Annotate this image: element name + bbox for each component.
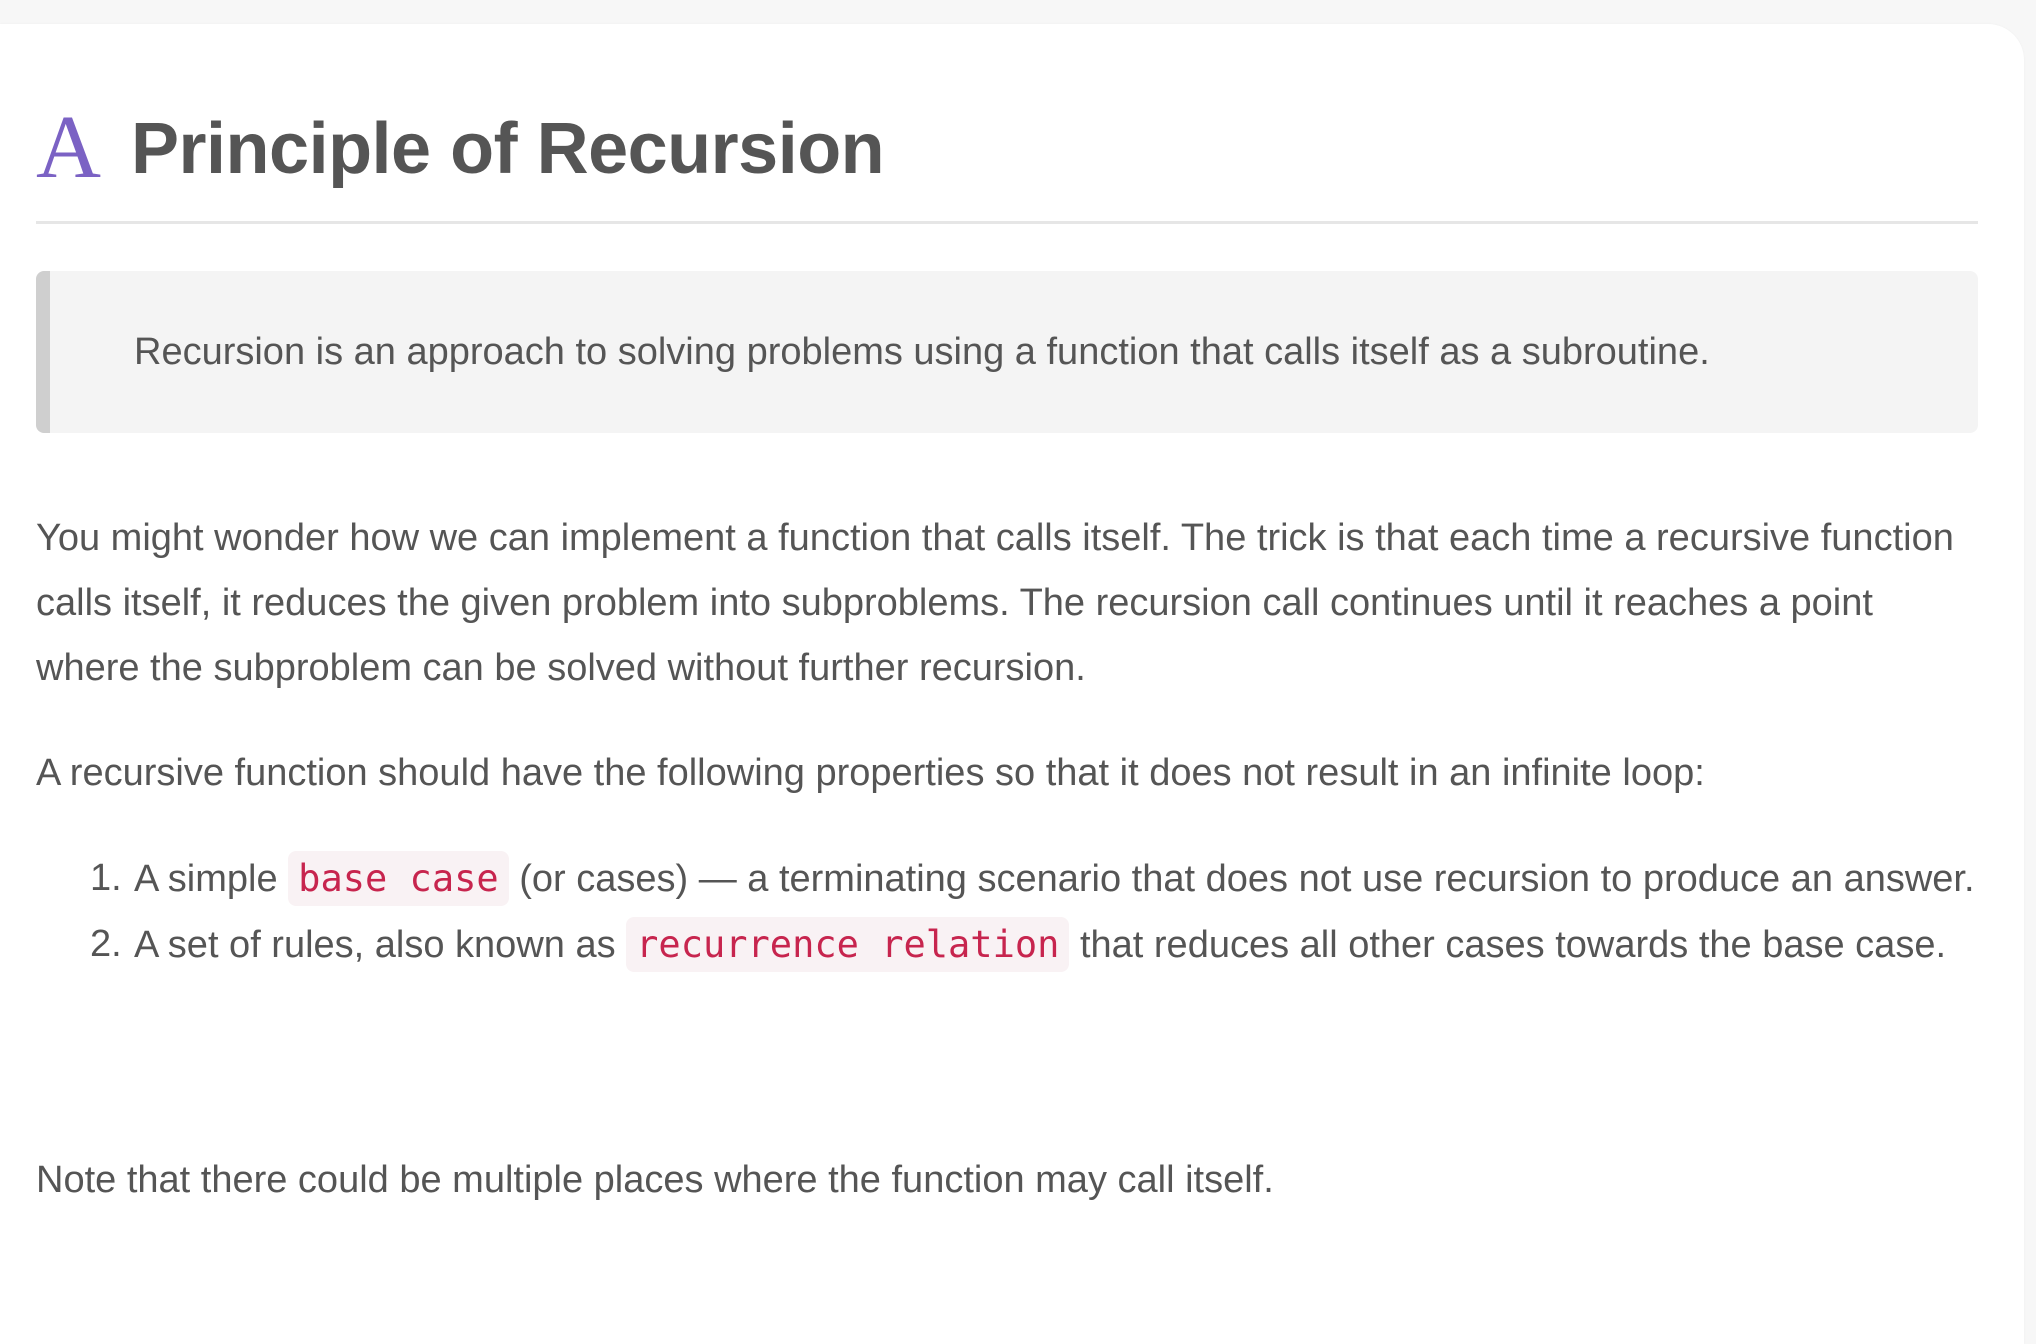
properties-list: 1. A simple base case (or cases) — a ter… (36, 846, 1978, 978)
note-paragraph: Note that there could be multiple places… (36, 1159, 1274, 1201)
list-item-number: 1. (90, 857, 122, 899)
list-item-text-after: (or cases) — a terminating scenario that… (508, 858, 1975, 900)
definition-blockquote: Recursion is an approach to solving prob… (36, 271, 1978, 433)
list-item-text-before: A set of rules, also known as (134, 924, 627, 966)
list-item-text-before: A simple (134, 858, 289, 900)
list-item-text-after: that reduces all other cases towards the… (1069, 924, 1947, 966)
article-header: A Principle of Recursion (36, 94, 885, 204)
blockquote-text: Recursion is an approach to solving prob… (134, 330, 1710, 373)
letter-a-icon: A (36, 98, 101, 197)
list-item: 1. A simple base case (or cases) — a ter… (36, 846, 1978, 912)
inline-code-recurrence-relation: recurrence relation (626, 917, 1070, 972)
list-item-number: 2. (90, 923, 122, 965)
title-divider (36, 221, 1978, 224)
properties-paragraph: A recursive function should have the fol… (36, 752, 1705, 794)
list-item: 2. A set of rules, also known as recurre… (36, 912, 1978, 978)
article-card: A Principle of Recursion Recursion is an… (0, 24, 2024, 1344)
page-title: Principle of Recursion (131, 109, 885, 189)
inline-code-base-case: base case (288, 851, 509, 906)
intro-paragraph: You might wonder how we can implement a … (36, 517, 1954, 689)
